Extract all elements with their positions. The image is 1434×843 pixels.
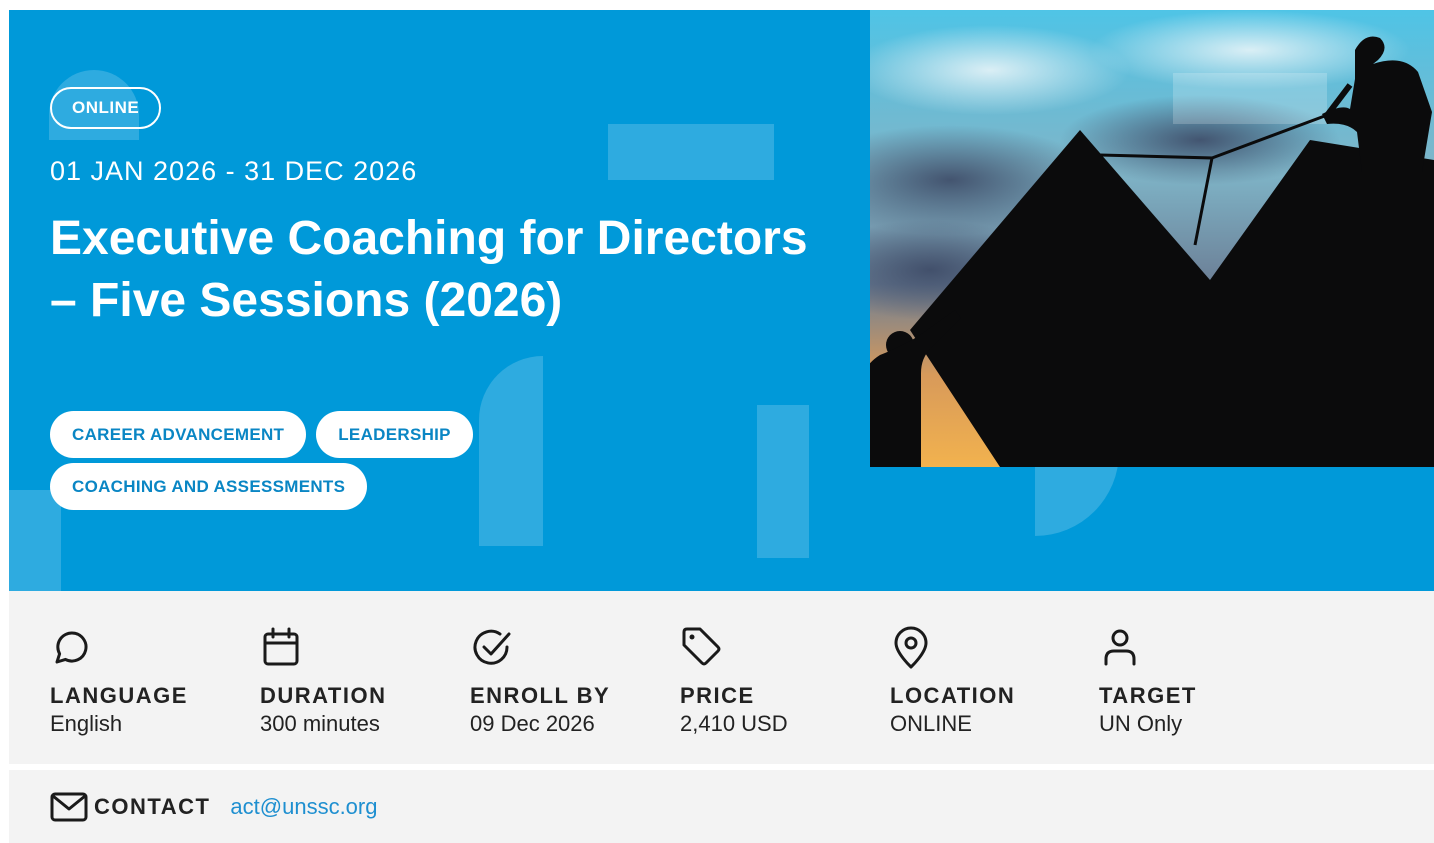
detail-label: PRICE bbox=[680, 683, 755, 708]
course-hero: ONLINE 01 JAN 2026 - 31 DEC 2026 Executi… bbox=[9, 10, 1434, 591]
detail-duration: DURATION 300 minutes bbox=[260, 625, 460, 737]
detail-value: 09 Dec 2026 bbox=[470, 711, 595, 736]
contact-email-link[interactable]: act@unssc.org bbox=[230, 794, 377, 820]
price-tag-icon bbox=[682, 627, 721, 666]
detail-value: 300 minutes bbox=[260, 711, 380, 736]
detail-label: LOCATION bbox=[890, 683, 1016, 708]
detail-price: PRICE 2,410 USD bbox=[680, 625, 880, 737]
check-circle-icon bbox=[473, 629, 511, 665]
detail-value: English bbox=[50, 711, 123, 736]
contact-label: CONTACT bbox=[94, 793, 211, 819]
detail-value: ONLINE bbox=[890, 711, 972, 736]
chat-bubble-icon bbox=[55, 631, 88, 664]
page-title: Executive Coaching for Directors – Five … bbox=[50, 212, 808, 327]
detail-value: 2,410 USD bbox=[680, 711, 788, 736]
delivery-mode-badge: ONLINE bbox=[50, 87, 162, 129]
topic-tags: CAREER ADVANCEMENT LEADERSHIP COACHING A… bbox=[50, 411, 610, 510]
course-dates: 01 JAN 2026 - 31 DEC 2026 bbox=[50, 156, 418, 186]
detail-enroll-by: ENROLL BY 09 Dec 2026 bbox=[470, 625, 670, 737]
detail-label: LANGUAGE bbox=[50, 683, 188, 708]
location-pin-icon bbox=[894, 626, 928, 669]
decorative-bar bbox=[608, 124, 774, 180]
detail-value: UN Only bbox=[1099, 711, 1183, 736]
detail-label: ENROLL BY bbox=[470, 683, 611, 708]
contact-bar: CONTACT act@unssc.org bbox=[9, 770, 1434, 843]
tag-leadership[interactable]: LEADERSHIP bbox=[316, 411, 473, 458]
tag-coaching-and-assessments[interactable]: COACHING AND ASSESSMENTS bbox=[50, 463, 368, 510]
detail-language: LANGUAGE English bbox=[50, 625, 250, 737]
calendar-icon bbox=[263, 627, 299, 666]
mail-icon bbox=[50, 792, 88, 821]
detail-target: TARGET UN Only bbox=[1099, 625, 1299, 737]
user-icon bbox=[1104, 629, 1136, 666]
hero-image bbox=[870, 10, 1434, 467]
detail-label: DURATION bbox=[260, 683, 387, 708]
decorative-bar bbox=[757, 405, 809, 558]
detail-location: LOCATION ONLINE bbox=[890, 625, 1090, 737]
tag-career-advancement[interactable]: CAREER ADVANCEMENT bbox=[50, 411, 307, 458]
detail-label: TARGET bbox=[1099, 683, 1197, 708]
teamwork-silhouette-image bbox=[870, 10, 1434, 467]
course-details: LANGUAGE English DURATION 300 minutes EN… bbox=[9, 591, 1434, 764]
